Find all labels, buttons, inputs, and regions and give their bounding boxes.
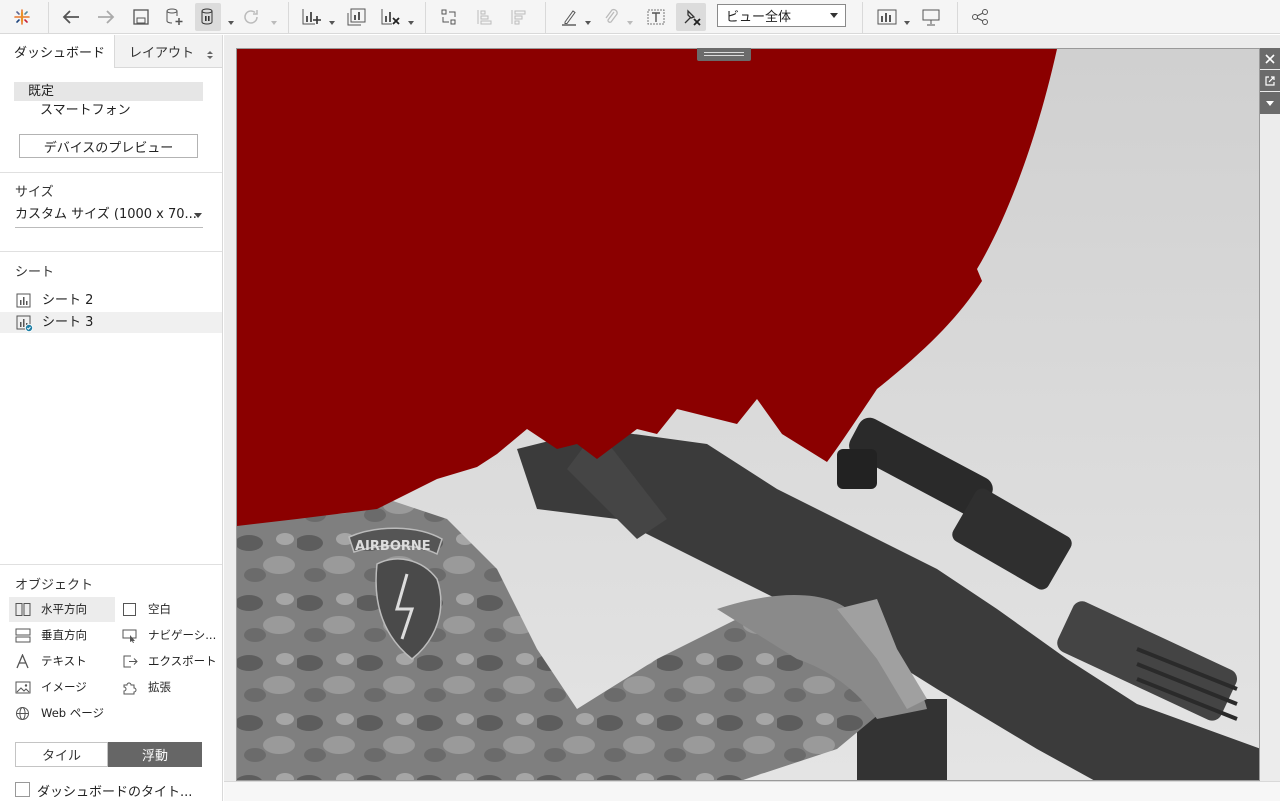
chevron-down-icon[interactable]	[227, 12, 235, 25]
show-me-icon[interactable]	[873, 3, 901, 31]
drag-handle[interactable]	[697, 48, 751, 61]
object-horizontal-label: 水平方向	[41, 602, 87, 616]
object-export-label: エクスポート	[148, 654, 217, 668]
divider	[0, 564, 222, 565]
object-image[interactable]: イメージ	[9, 675, 115, 700]
horizontal-container-icon	[15, 602, 31, 617]
fix-axes-icon[interactable]	[676, 3, 706, 31]
sort-descending-icon[interactable]	[505, 3, 531, 31]
undo-icon[interactable]	[58, 3, 84, 31]
tab-dashboard-label: ダッシュボード	[14, 46, 106, 61]
globe-icon	[15, 706, 31, 721]
dashboard-canvas[interactable]: AIRBORNE	[236, 48, 1260, 781]
clear-sheet-icon[interactable]	[376, 3, 404, 31]
object-vertical-label: 垂直方向	[41, 628, 87, 642]
divider	[0, 172, 222, 173]
puzzle-icon	[122, 680, 138, 695]
tableau-logo-icon[interactable]	[8, 3, 36, 31]
new-worksheet-icon[interactable]	[297, 3, 325, 31]
background-image: AIRBORNE	[237, 49, 1259, 780]
status-strip	[224, 781, 1280, 801]
object-blank[interactable]: 空白	[116, 597, 220, 622]
device-preview-button[interactable]: デバイスのプレビュー	[19, 134, 198, 158]
chevron-down-icon[interactable]	[903, 12, 911, 25]
tab-scroll-icon[interactable]	[206, 46, 214, 59]
open-external-icon[interactable]	[1260, 70, 1280, 91]
floating-label: 浮動	[141, 749, 168, 764]
object-export[interactable]: エクスポート	[116, 649, 220, 674]
chevron-down-icon[interactable]	[328, 12, 336, 25]
vertical-container-icon	[15, 628, 31, 643]
device-preview-label: デバイスのプレビュー	[43, 140, 174, 156]
highlight-icon[interactable]	[556, 3, 582, 31]
sheets-section-title: シート	[15, 265, 55, 280]
chevron-down-icon[interactable]	[270, 12, 278, 25]
object-vertical[interactable]: 垂直方向	[9, 623, 115, 648]
text-icon	[15, 653, 31, 669]
device-default[interactable]: 既定	[14, 82, 203, 101]
attach-icon[interactable]	[598, 3, 624, 31]
object-webpage-label: Web ページ	[41, 706, 104, 720]
object-extension[interactable]: 拡張	[116, 675, 220, 700]
fit-select[interactable]: ビュー全体	[717, 4, 846, 27]
new-datasource-icon[interactable]	[161, 3, 187, 31]
object-blank-label: 空白	[148, 602, 171, 616]
sheet-item[interactable]: シート 2	[0, 290, 222, 311]
patch-text: AIRBORNE	[355, 539, 431, 554]
chevron-down-icon[interactable]	[407, 12, 415, 25]
size-section-title: サイズ	[15, 185, 54, 200]
sort-ascending-icon[interactable]	[471, 3, 497, 31]
object-navigation-label: ナビゲーシ...	[148, 628, 217, 642]
chevron-down-icon	[830, 13, 838, 18]
show-title-checkbox[interactable]	[15, 782, 30, 797]
toolbar: ビュー全体	[0, 0, 1280, 34]
sheet-item-label: シート 3	[42, 315, 94, 330]
size-select[interactable]: カスタム サイズ (1000 x 70...	[15, 206, 203, 228]
worksheet-used-icon	[16, 315, 33, 332]
chevron-down-icon[interactable]	[584, 12, 592, 25]
tab-dashboard[interactable]: ダッシュボード	[0, 35, 115, 68]
object-webpage[interactable]: Web ページ	[9, 701, 115, 726]
more-options-icon[interactable]	[1260, 92, 1280, 114]
worksheet-icon	[16, 293, 31, 308]
device-default-label: 既定	[28, 84, 55, 99]
tiled-toggle[interactable]: タイル	[15, 742, 108, 767]
redo-icon[interactable]	[93, 3, 119, 31]
navigation-icon	[122, 628, 138, 643]
object-image-label: イメージ	[41, 680, 87, 694]
share-icon[interactable]	[967, 3, 993, 31]
pause-updates-icon[interactable]	[195, 3, 221, 31]
divider	[0, 251, 222, 252]
tiled-label: タイル	[41, 749, 81, 764]
chevron-down-icon	[194, 213, 202, 218]
chevron-down-icon[interactable]	[626, 12, 634, 25]
size-select-value: カスタム サイズ (1000 x 70...	[15, 207, 197, 222]
sheet-item[interactable]: シート 3	[0, 312, 222, 333]
object-text-label: テキスト	[41, 654, 87, 668]
floating-toggle[interactable]: 浮動	[108, 742, 202, 767]
close-icon[interactable]	[1260, 48, 1280, 69]
device-phone[interactable]: スマートフォン	[40, 102, 131, 120]
object-text[interactable]: テキスト	[9, 649, 115, 674]
show-title-label: ダッシュボードのタイト...	[37, 785, 193, 800]
object-extension-label: 拡張	[148, 680, 171, 694]
swap-icon[interactable]	[436, 3, 462, 31]
save-icon[interactable]	[128, 3, 154, 31]
label-icon[interactable]	[643, 3, 669, 31]
export-icon	[122, 654, 138, 669]
refresh-icon[interactable]	[238, 3, 264, 31]
dashboard-pane: ダッシュボード レイアウト 既定 スマートフォン デバイスのプレビュー サイズ …	[0, 35, 223, 801]
object-navigation[interactable]: ナビゲーシ...	[116, 623, 220, 648]
fit-select-value: ビュー全体	[726, 10, 792, 25]
object-horizontal[interactable]: 水平方向	[9, 597, 115, 622]
duplicate-sheet-icon[interactable]	[343, 3, 369, 31]
device-phone-label: スマートフォン	[40, 103, 131, 118]
tab-layout-label: レイアウト	[129, 45, 195, 61]
image-icon	[15, 680, 31, 695]
presentation-icon[interactable]	[918, 3, 944, 31]
sheet-item-label: シート 2	[42, 293, 94, 308]
blank-icon	[122, 602, 138, 617]
pane-tabs: ダッシュボード レイアウト	[0, 35, 222, 68]
objects-section-title: オブジェクト	[15, 578, 94, 593]
